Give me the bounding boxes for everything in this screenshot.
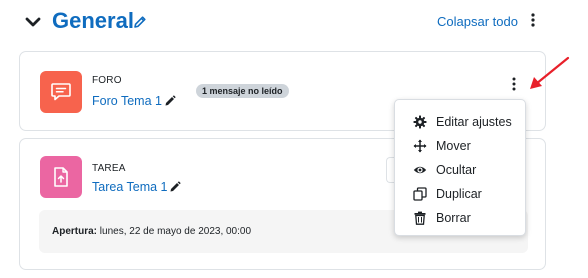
menu-item-move[interactable]: Mover bbox=[395, 134, 525, 158]
kebab-menu-icon[interactable] bbox=[509, 76, 519, 92]
collapse-all-link[interactable]: Colapsar todo bbox=[437, 14, 518, 30]
activity-type-label: FORO bbox=[92, 75, 122, 86]
menu-item-duplicate[interactable]: Duplicar bbox=[395, 182, 525, 206]
kebab-menu-icon[interactable] bbox=[528, 11, 538, 29]
pencil-icon[interactable] bbox=[133, 15, 147, 29]
unread-badge: 1 mensaje no leído bbox=[196, 84, 289, 98]
activity-actions-menu: Editar ajustes Mover Ocultar Duplicar Bo… bbox=[394, 99, 526, 236]
availability-label: Apertura: bbox=[52, 226, 98, 237]
activity-type-label: TAREA bbox=[92, 163, 126, 174]
move-icon bbox=[413, 139, 427, 153]
assignment-icon bbox=[40, 156, 82, 198]
pencil-icon[interactable] bbox=[169, 181, 181, 193]
annotation-arrow-icon bbox=[530, 56, 570, 89]
chevron-down-icon[interactable] bbox=[23, 12, 43, 32]
duplicate-icon bbox=[413, 187, 427, 201]
menu-item-delete[interactable]: Borrar bbox=[395, 206, 525, 230]
menu-item-label: Borrar bbox=[436, 211, 471, 225]
menu-item-label: Duplicar bbox=[436, 187, 482, 201]
section-title[interactable]: General bbox=[52, 7, 134, 35]
activity-name-link[interactable]: Foro Tema 1 bbox=[92, 93, 162, 109]
menu-item-label: Mover bbox=[436, 139, 471, 153]
menu-item-label: Ocultar bbox=[436, 163, 477, 177]
activity-name-link[interactable]: Tarea Tema 1 bbox=[92, 179, 168, 195]
gear-icon bbox=[413, 115, 427, 129]
menu-item-label: Editar ajustes bbox=[436, 115, 512, 129]
eye-icon bbox=[413, 163, 427, 177]
menu-item-hide[interactable]: Ocultar bbox=[395, 158, 525, 182]
pencil-icon[interactable] bbox=[164, 95, 176, 107]
trash-icon bbox=[413, 211, 427, 225]
menu-item-edit-settings[interactable]: Editar ajustes bbox=[395, 110, 525, 134]
forum-icon bbox=[40, 71, 82, 113]
availability-date: lunes, 22 de mayo de 2023, 00:00 bbox=[99, 226, 252, 237]
